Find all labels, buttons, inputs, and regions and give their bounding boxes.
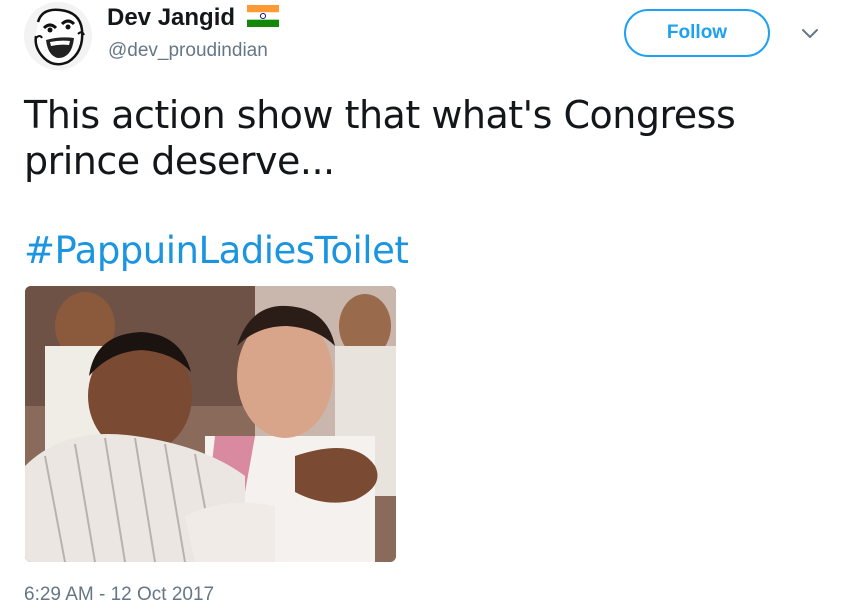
follow-button[interactable]: Follow [624, 9, 770, 57]
tweet-photo[interactable] [25, 286, 396, 562]
author-display-name[interactable]: Dev Jangid [107, 4, 235, 32]
author-handle[interactable]: @dev_proudindian [108, 40, 268, 62]
chevron-down-icon[interactable] [800, 26, 820, 40]
tweet-text: This action show that what's Congress pr… [24, 93, 736, 183]
avatar[interactable] [24, 2, 92, 70]
india-flag-icon [247, 5, 280, 27]
laughing-face-icon [24, 2, 92, 70]
author-name-row[interactable]: Dev Jangid [107, 4, 280, 32]
tweet-timestamp[interactable]: 6:29 AM - 12 Oct 2017 [24, 584, 214, 606]
hashtag-link[interactable]: #PappuinLadiesToilet [24, 228, 409, 274]
